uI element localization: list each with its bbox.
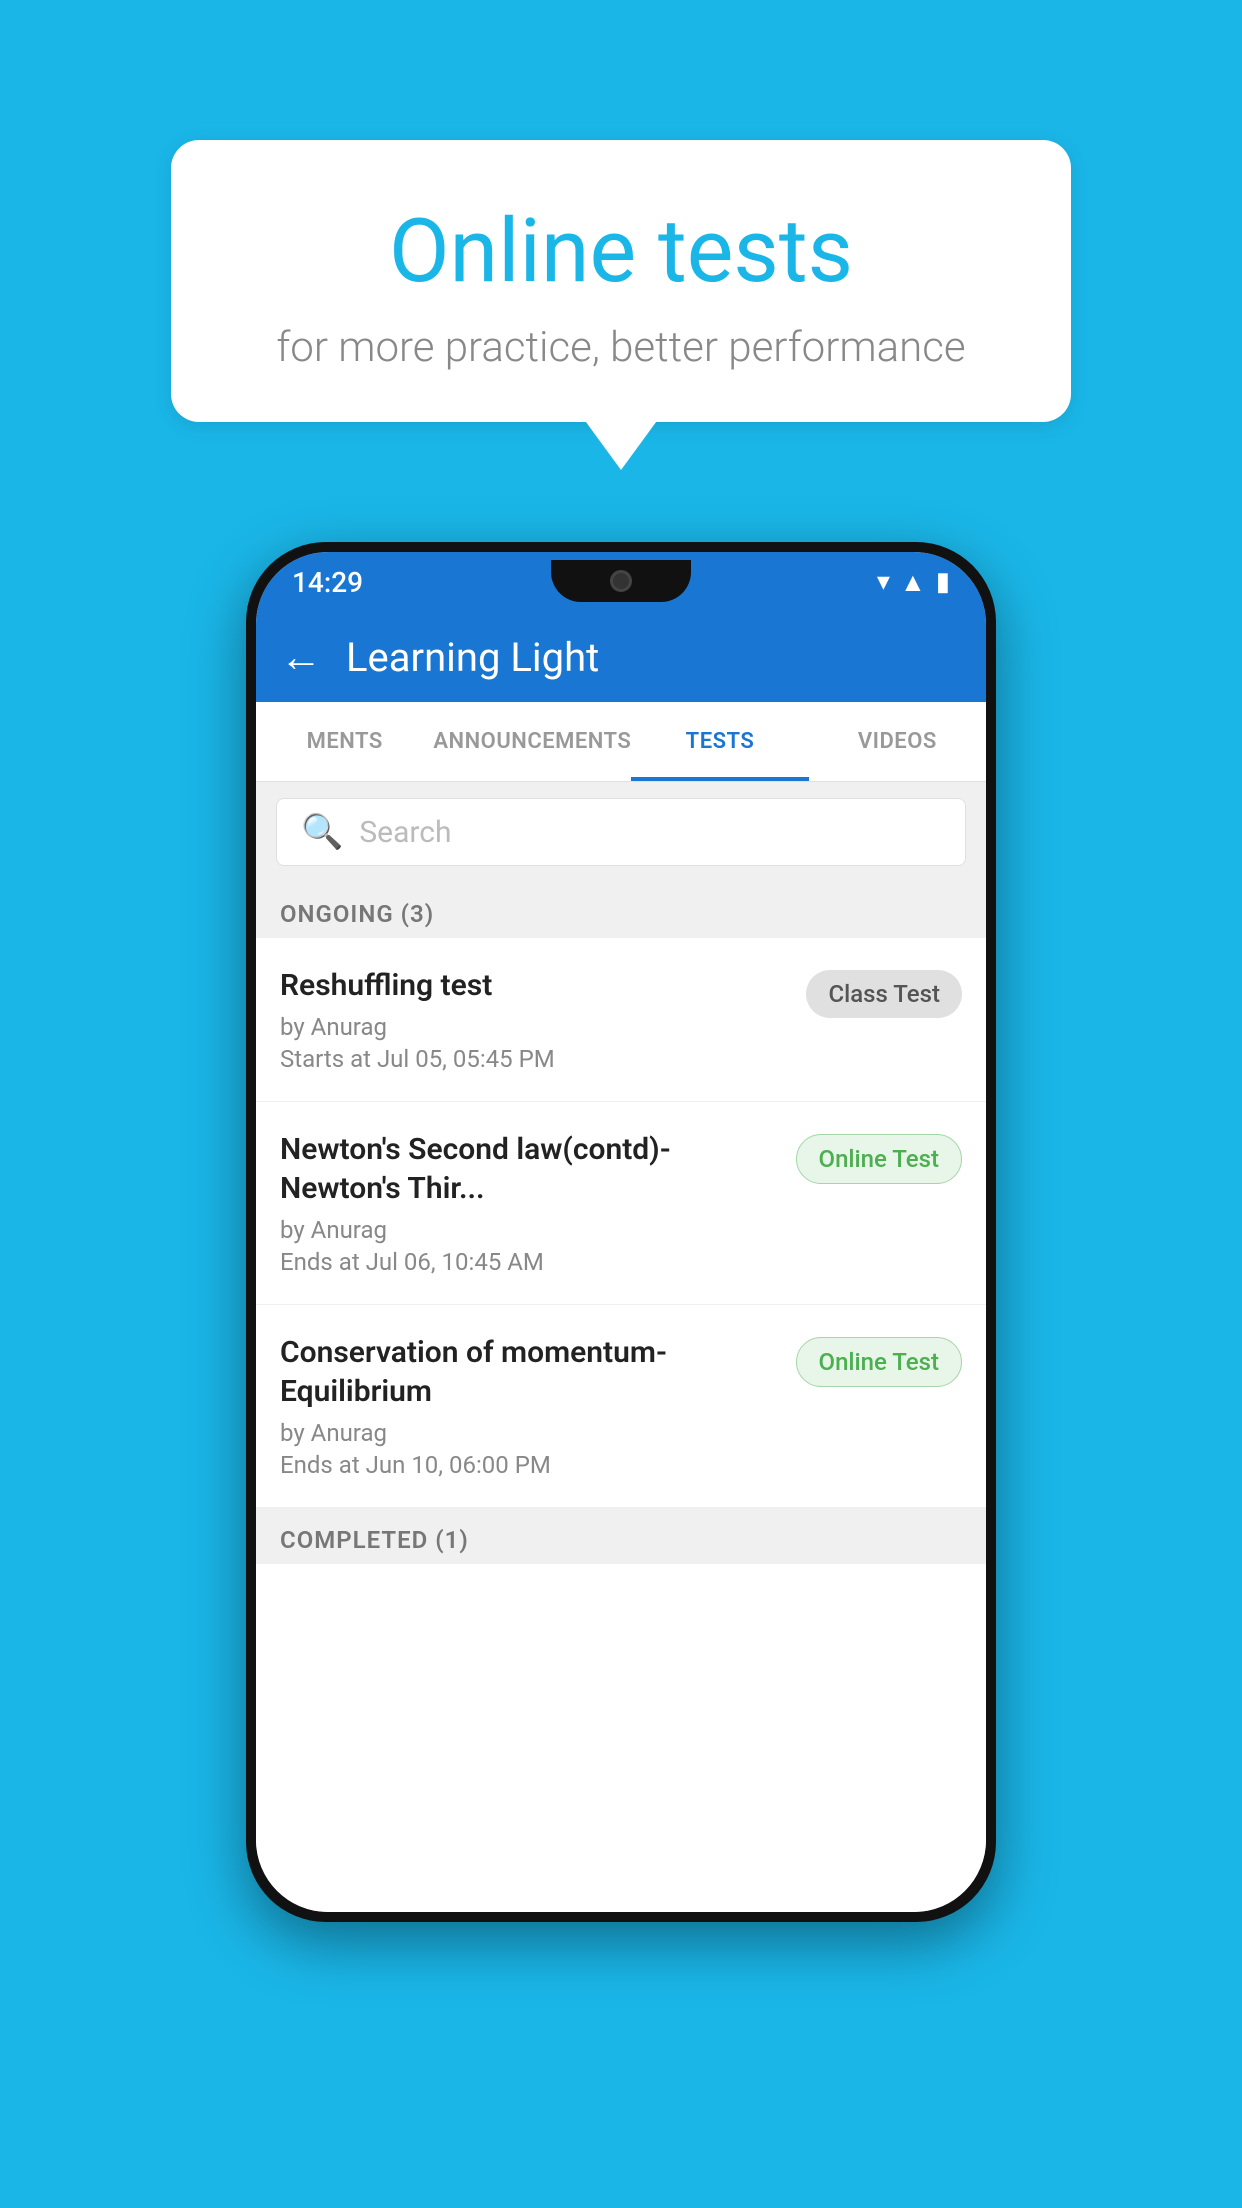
search-placeholder: Search (359, 815, 451, 850)
tabs-bar: MENTS ANNOUNCEMENTS TESTS VIDEOS (256, 702, 986, 782)
back-button[interactable]: ← (280, 633, 322, 682)
signal-icon: ▲ (900, 567, 926, 598)
tab-ments[interactable]: MENTS (256, 702, 433, 781)
status-icons: ▾ ▲ ▮ (877, 567, 950, 598)
test-author: by Anurag (280, 1419, 776, 1447)
tests-list: Reshuffling test by Anurag Starts at Jul… (256, 938, 986, 1912)
test-date: Starts at Jul 05, 05:45 PM (280, 1045, 786, 1073)
search-container: 🔍 Search (256, 782, 986, 882)
test-author: by Anurag (280, 1013, 786, 1041)
phone-wrapper: 14:29 ▾ ▲ ▮ ← Learning Light MENTS ANNOU… (0, 542, 1242, 1922)
search-bar[interactable]: 🔍 Search (276, 798, 966, 866)
test-name: Newton's Second law(contd)-Newton's Thir… (280, 1130, 776, 1208)
bubble-subtitle: for more practice, better performance (251, 323, 991, 372)
test-item[interactable]: Reshuffling test by Anurag Starts at Jul… (256, 938, 986, 1102)
tab-announcements[interactable]: ANNOUNCEMENTS (433, 702, 631, 781)
phone-device: 14:29 ▾ ▲ ▮ ← Learning Light MENTS ANNOU… (246, 542, 996, 1922)
test-date: Ends at Jul 06, 10:45 AM (280, 1248, 776, 1276)
bubble-title: Online tests (251, 200, 991, 303)
app-title: Learning Light (346, 634, 599, 681)
search-icon: 🔍 (301, 812, 343, 852)
test-info: Reshuffling test by Anurag Starts at Jul… (280, 966, 786, 1073)
camera-icon (610, 570, 632, 592)
test-author: by Anurag (280, 1216, 776, 1244)
promo-section: Online tests for more practice, better p… (0, 0, 1242, 422)
phone-notch (551, 560, 691, 602)
test-item[interactable]: Newton's Second law(contd)-Newton's Thir… (256, 1102, 986, 1305)
phone-screen: 14:29 ▾ ▲ ▮ ← Learning Light MENTS ANNOU… (256, 552, 986, 1912)
test-info: Newton's Second law(contd)-Newton's Thir… (280, 1130, 776, 1276)
test-info: Conservation of momentum-Equilibrium by … (280, 1333, 776, 1479)
battery-icon: ▮ (936, 567, 950, 597)
speech-bubble: Online tests for more practice, better p… (171, 140, 1071, 422)
status-time: 14:29 (292, 566, 363, 599)
test-badge-online: Online Test (796, 1337, 962, 1387)
completed-section-header: COMPLETED (1) (256, 1508, 986, 1564)
test-date: Ends at Jun 10, 06:00 PM (280, 1451, 776, 1479)
app-bar: ← Learning Light (256, 612, 986, 702)
test-name: Reshuffling test (280, 966, 786, 1005)
tab-videos[interactable]: VIDEOS (809, 702, 986, 781)
wifi-icon: ▾ (877, 567, 890, 597)
test-badge-online: Online Test (796, 1134, 962, 1184)
test-badge-class: Class Test (806, 970, 962, 1018)
test-item[interactable]: Conservation of momentum-Equilibrium by … (256, 1305, 986, 1508)
ongoing-section-header: ONGOING (3) (256, 882, 986, 938)
tab-tests[interactable]: TESTS (631, 702, 808, 781)
test-name: Conservation of momentum-Equilibrium (280, 1333, 776, 1411)
